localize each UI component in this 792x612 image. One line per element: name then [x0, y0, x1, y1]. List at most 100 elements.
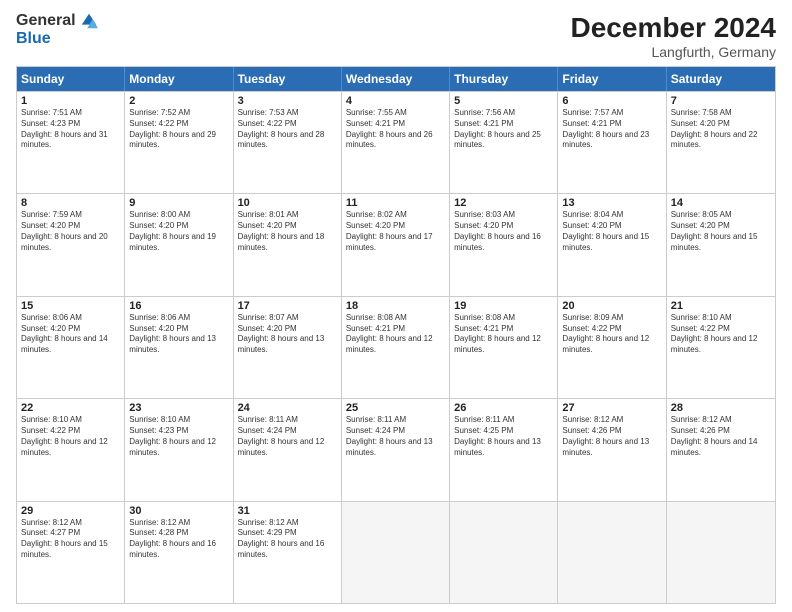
daylight-label: Daylight: 8 hours and 12 minutes. — [671, 334, 758, 354]
logo-general-text: General — [16, 12, 76, 30]
day-cell-18: 18 Sunrise: 8:08 AM Sunset: 4:21 PM Dayl… — [342, 297, 450, 398]
day-cell-15: 15 Sunrise: 8:06 AM Sunset: 4:20 PM Dayl… — [17, 297, 125, 398]
day-number: 20 — [562, 300, 661, 312]
day-cell-17: 17 Sunrise: 8:07 AM Sunset: 4:20 PM Dayl… — [234, 297, 342, 398]
daylight-label: Daylight: 8 hours and 13 minutes. — [238, 334, 325, 354]
day-info: Sunrise: 8:08 AM Sunset: 4:21 PM Dayligh… — [346, 313, 445, 356]
day-cell-5: 5 Sunrise: 7:56 AM Sunset: 4:21 PM Dayli… — [450, 92, 558, 193]
day-info: Sunrise: 8:00 AM Sunset: 4:20 PM Dayligh… — [129, 210, 228, 253]
day-info: Sunrise: 7:55 AM Sunset: 4:21 PM Dayligh… — [346, 108, 445, 151]
sunrise-label: Sunrise: 8:05 AM — [671, 210, 732, 219]
day-cell-13: 13 Sunrise: 8:04 AM Sunset: 4:20 PM Dayl… — [558, 194, 666, 295]
sunrise-label: Sunrise: 7:59 AM — [21, 210, 82, 219]
day-number: 2 — [129, 95, 228, 107]
day-number: 17 — [238, 300, 337, 312]
sunrise-label: Sunrise: 8:12 AM — [129, 518, 190, 527]
daylight-label: Daylight: 8 hours and 12 minutes. — [129, 437, 216, 457]
day-info: Sunrise: 8:12 AM Sunset: 4:26 PM Dayligh… — [671, 415, 771, 458]
day-info: Sunrise: 8:07 AM Sunset: 4:20 PM Dayligh… — [238, 313, 337, 356]
day-number: 19 — [454, 300, 553, 312]
day-number: 3 — [238, 95, 337, 107]
sunset-label: Sunset: 4:23 PM — [129, 426, 188, 435]
header-sunday: Sunday — [17, 67, 125, 91]
sunrise-label: Sunrise: 8:03 AM — [454, 210, 515, 219]
day-cell-25: 25 Sunrise: 8:11 AM Sunset: 4:24 PM Dayl… — [342, 399, 450, 500]
day-number: 23 — [129, 402, 228, 414]
header-monday: Monday — [125, 67, 233, 91]
day-number: 15 — [21, 300, 120, 312]
day-info: Sunrise: 7:59 AM Sunset: 4:20 PM Dayligh… — [21, 210, 120, 253]
calendar-body: 1 Sunrise: 7:51 AM Sunset: 4:23 PM Dayli… — [17, 91, 775, 603]
daylight-label: Daylight: 8 hours and 12 minutes. — [454, 334, 541, 354]
daylight-label: Daylight: 8 hours and 16 minutes. — [129, 539, 216, 559]
sunrise-label: Sunrise: 7:53 AM — [238, 108, 299, 117]
calendar-week-3: 15 Sunrise: 8:06 AM Sunset: 4:20 PM Dayl… — [17, 296, 775, 398]
day-info: Sunrise: 8:06 AM Sunset: 4:20 PM Dayligh… — [129, 313, 228, 356]
day-info: Sunrise: 8:12 AM Sunset: 4:26 PM Dayligh… — [562, 415, 661, 458]
sunrise-label: Sunrise: 8:08 AM — [454, 313, 515, 322]
day-info: Sunrise: 7:53 AM Sunset: 4:22 PM Dayligh… — [238, 108, 337, 151]
sunset-label: Sunset: 4:21 PM — [454, 119, 513, 128]
sunset-label: Sunset: 4:20 PM — [238, 221, 297, 230]
sunset-label: Sunset: 4:22 PM — [21, 426, 80, 435]
day-info: Sunrise: 8:11 AM Sunset: 4:24 PM Dayligh… — [346, 415, 445, 458]
day-info: Sunrise: 8:08 AM Sunset: 4:21 PM Dayligh… — [454, 313, 553, 356]
sunrise-label: Sunrise: 8:09 AM — [562, 313, 623, 322]
day-number: 1 — [21, 95, 120, 107]
sunset-label: Sunset: 4:21 PM — [346, 324, 405, 333]
daylight-label: Daylight: 8 hours and 12 minutes. — [238, 437, 325, 457]
day-number: 8 — [21, 197, 120, 209]
sunrise-label: Sunrise: 8:12 AM — [671, 415, 732, 424]
daylight-label: Daylight: 8 hours and 31 minutes. — [21, 130, 108, 150]
day-cell-6: 6 Sunrise: 7:57 AM Sunset: 4:21 PM Dayli… — [558, 92, 666, 193]
sunrise-label: Sunrise: 8:10 AM — [129, 415, 190, 424]
day-cell-28: 28 Sunrise: 8:12 AM Sunset: 4:26 PM Dayl… — [667, 399, 775, 500]
day-number: 13 — [562, 197, 661, 209]
sunset-label: Sunset: 4:24 PM — [346, 426, 405, 435]
empty-cell — [342, 502, 450, 603]
day-number: 22 — [21, 402, 120, 414]
daylight-label: Daylight: 8 hours and 12 minutes. — [346, 334, 433, 354]
sunrise-label: Sunrise: 8:07 AM — [238, 313, 299, 322]
day-cell-11: 11 Sunrise: 8:02 AM Sunset: 4:20 PM Dayl… — [342, 194, 450, 295]
day-info: Sunrise: 8:03 AM Sunset: 4:20 PM Dayligh… — [454, 210, 553, 253]
page: General Blue December 2024 Langfurth, Ge… — [0, 0, 792, 612]
sunset-label: Sunset: 4:24 PM — [238, 426, 297, 435]
day-cell-30: 30 Sunrise: 8:12 AM Sunset: 4:28 PM Dayl… — [125, 502, 233, 603]
sunset-label: Sunset: 4:26 PM — [562, 426, 621, 435]
month-title: December 2024 — [571, 12, 776, 44]
day-cell-22: 22 Sunrise: 8:10 AM Sunset: 4:22 PM Dayl… — [17, 399, 125, 500]
day-info: Sunrise: 8:04 AM Sunset: 4:20 PM Dayligh… — [562, 210, 661, 253]
day-number: 7 — [671, 95, 771, 107]
day-number: 27 — [562, 402, 661, 414]
day-cell-20: 20 Sunrise: 8:09 AM Sunset: 4:22 PM Dayl… — [558, 297, 666, 398]
day-info: Sunrise: 8:09 AM Sunset: 4:22 PM Dayligh… — [562, 313, 661, 356]
day-number: 24 — [238, 402, 337, 414]
sunrise-label: Sunrise: 8:10 AM — [21, 415, 82, 424]
day-info: Sunrise: 7:58 AM Sunset: 4:20 PM Dayligh… — [671, 108, 771, 151]
header-tuesday: Tuesday — [234, 67, 342, 91]
day-info: Sunrise: 8:01 AM Sunset: 4:20 PM Dayligh… — [238, 210, 337, 253]
day-number: 11 — [346, 197, 445, 209]
sunrise-label: Sunrise: 8:10 AM — [671, 313, 732, 322]
sunrise-label: Sunrise: 7:57 AM — [562, 108, 623, 117]
sunrise-label: Sunrise: 8:11 AM — [454, 415, 514, 424]
sunset-label: Sunset: 4:27 PM — [21, 528, 80, 537]
day-cell-21: 21 Sunrise: 8:10 AM Sunset: 4:22 PM Dayl… — [667, 297, 775, 398]
sunset-label: Sunset: 4:25 PM — [454, 426, 513, 435]
sunrise-label: Sunrise: 7:51 AM — [21, 108, 82, 117]
header-thursday: Thursday — [450, 67, 558, 91]
daylight-label: Daylight: 8 hours and 12 minutes. — [562, 334, 649, 354]
daylight-label: Daylight: 8 hours and 15 minutes. — [562, 232, 649, 252]
empty-cell — [667, 502, 775, 603]
daylight-label: Daylight: 8 hours and 13 minutes. — [346, 437, 433, 457]
day-cell-1: 1 Sunrise: 7:51 AM Sunset: 4:23 PM Dayli… — [17, 92, 125, 193]
sunrise-label: Sunrise: 8:12 AM — [238, 518, 299, 527]
day-cell-4: 4 Sunrise: 7:55 AM Sunset: 4:21 PM Dayli… — [342, 92, 450, 193]
day-info: Sunrise: 8:10 AM Sunset: 4:23 PM Dayligh… — [129, 415, 228, 458]
day-cell-31: 31 Sunrise: 8:12 AM Sunset: 4:29 PM Dayl… — [234, 502, 342, 603]
day-cell-19: 19 Sunrise: 8:08 AM Sunset: 4:21 PM Dayl… — [450, 297, 558, 398]
day-info: Sunrise: 8:12 AM Sunset: 4:28 PM Dayligh… — [129, 518, 228, 561]
day-number: 5 — [454, 95, 553, 107]
daylight-label: Daylight: 8 hours and 14 minutes. — [21, 334, 108, 354]
